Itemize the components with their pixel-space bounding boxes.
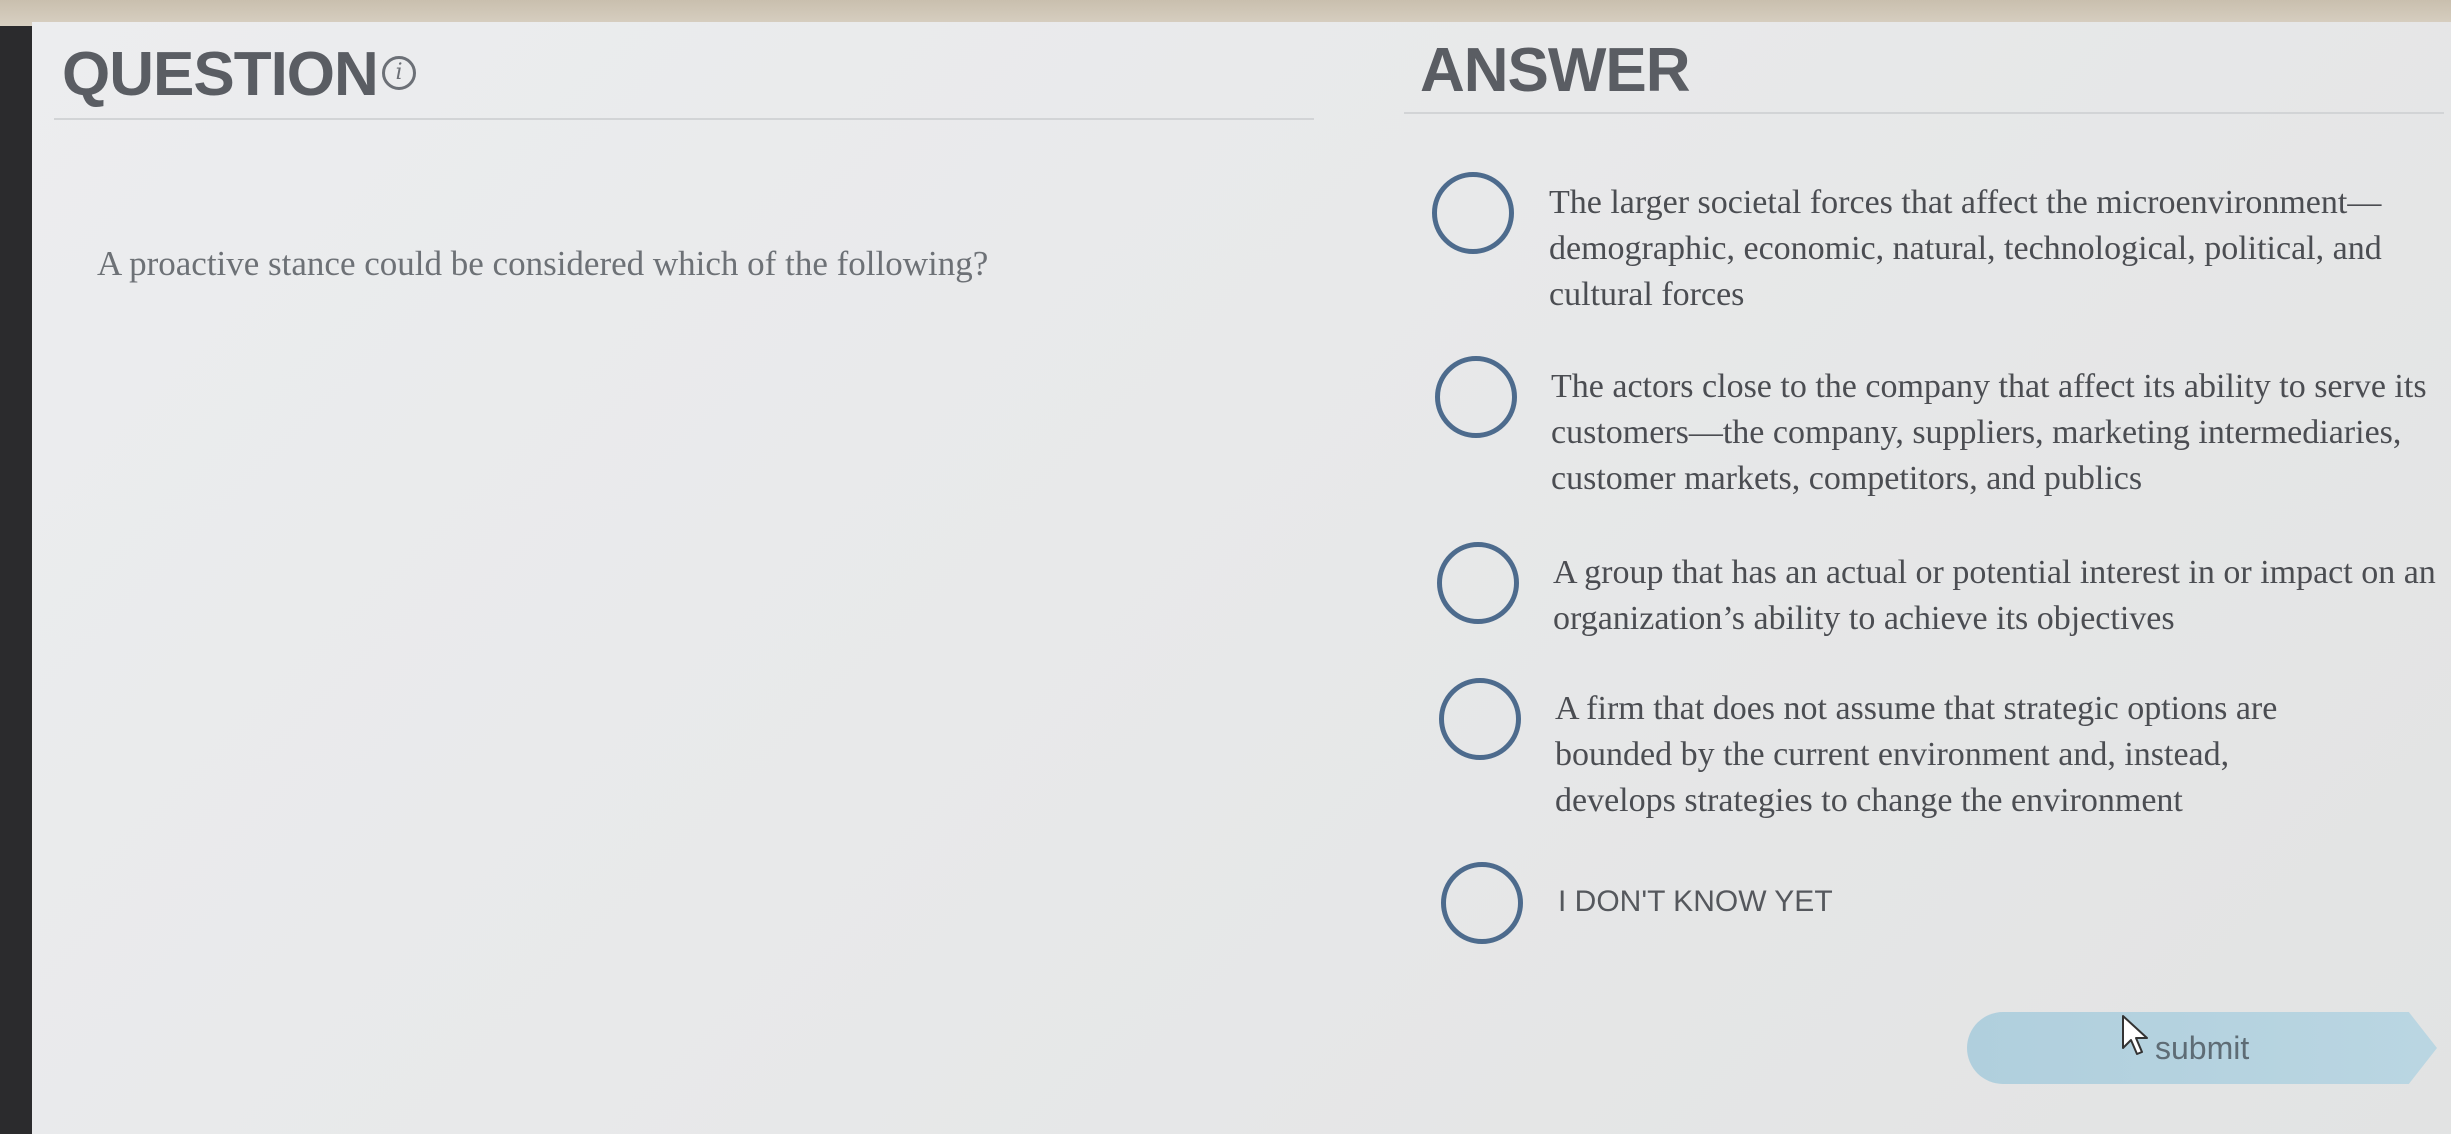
radio-button[interactable] bbox=[1439, 678, 1521, 760]
question-heading: QUESTION bbox=[62, 40, 379, 109]
info-icon[interactable]: i bbox=[382, 56, 416, 90]
quiz-screen: QUESTION i A proactive stance could be c… bbox=[32, 22, 2451, 1134]
answer-option-label: I DON'T KNOW YET bbox=[1558, 885, 1833, 918]
answer-option-label: The larger societal forces that affect t… bbox=[1549, 184, 2382, 313]
answer-option-label: The actors close to the company that aff… bbox=[1551, 368, 2427, 497]
question-divider bbox=[54, 118, 1314, 120]
answer-divider bbox=[1404, 112, 2444, 114]
submit-button[interactable]: submit bbox=[1967, 1012, 2437, 1084]
answer-heading: ANSWER bbox=[1420, 36, 1691, 105]
answer-option-label: A firm that does not assume that strateg… bbox=[1555, 690, 2278, 819]
question-text: A proactive stance could be considered w… bbox=[97, 244, 989, 283]
submit-label: submit bbox=[2155, 1030, 2250, 1066]
mouse-pointer-icon bbox=[2122, 1015, 2148, 1055]
radio-button[interactable] bbox=[1435, 356, 1517, 438]
radio-button[interactable] bbox=[1432, 172, 1514, 254]
answer-option-label: A group that has an actual or potential … bbox=[1553, 554, 2436, 637]
radio-button[interactable] bbox=[1441, 862, 1523, 944]
radio-button[interactable] bbox=[1437, 542, 1519, 624]
